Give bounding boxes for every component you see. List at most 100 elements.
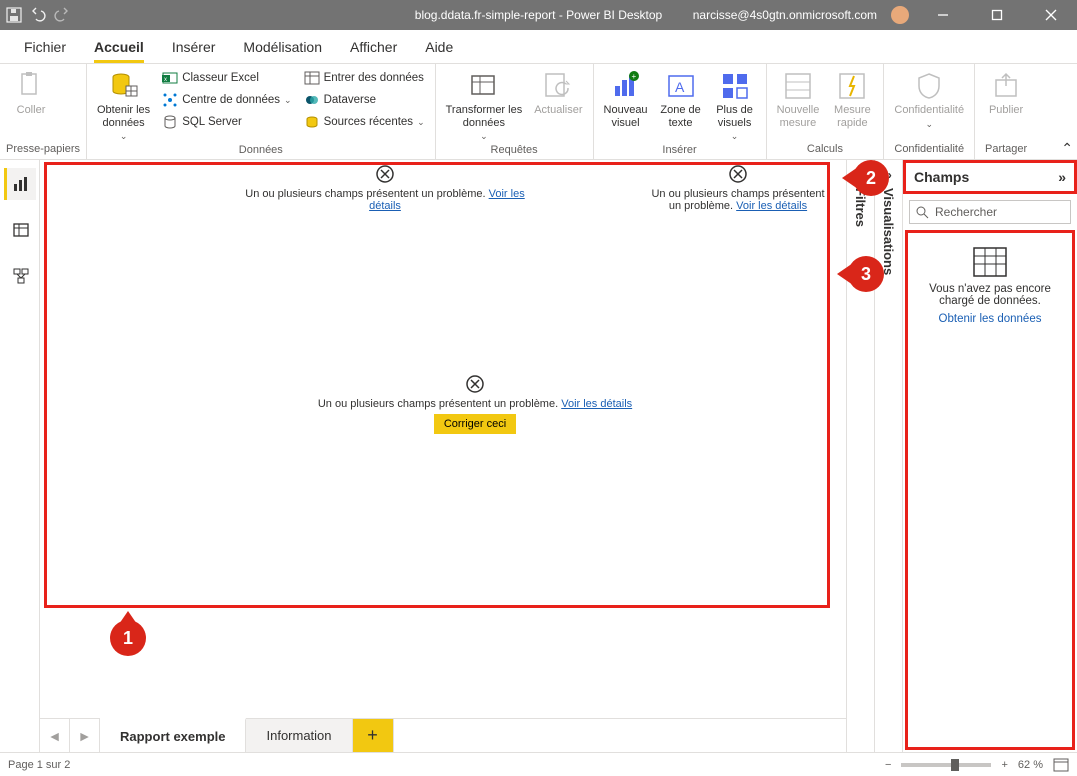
fix-button[interactable]: Corriger ceci bbox=[434, 414, 516, 434]
maximize-button[interactable] bbox=[977, 0, 1017, 30]
table-icon bbox=[304, 70, 320, 86]
svg-text:x: x bbox=[164, 77, 167, 83]
save-icon[interactable] bbox=[6, 7, 22, 23]
chevron-down-icon: ⌄ bbox=[480, 131, 488, 142]
zoom-value: 62 % bbox=[1018, 759, 1043, 771]
database-icon bbox=[108, 70, 140, 102]
close-button[interactable] bbox=[1031, 0, 1071, 30]
status-bar: Page 1 sur 2 − + 62 % bbox=[0, 752, 1077, 776]
publish-icon bbox=[990, 70, 1022, 102]
report-view-button[interactable] bbox=[4, 168, 36, 200]
dataverse-icon bbox=[304, 92, 320, 108]
new-measure-button[interactable]: Nouvelle mesure bbox=[773, 68, 824, 129]
more-visuals-button[interactable]: Plus de visuels ⌄ bbox=[710, 68, 760, 142]
annotation-marker-2: 2 bbox=[853, 160, 889, 196]
tab-prev-button[interactable]: ◄ bbox=[40, 719, 70, 752]
enter-data-button[interactable]: Entrer des données bbox=[300, 68, 429, 88]
annotation-marker-3: 3 bbox=[848, 256, 884, 292]
menu-home[interactable]: Accueil bbox=[80, 33, 158, 63]
model-view-button[interactable] bbox=[4, 260, 36, 292]
chevron-down-icon: ⌄ bbox=[925, 119, 933, 130]
text-box-button[interactable]: A Zone de texte bbox=[656, 68, 706, 129]
filters-pane-collapsed[interactable]: ▽ Filtres bbox=[846, 160, 874, 752]
data-view-button[interactable] bbox=[4, 214, 36, 246]
menu-view[interactable]: Afficher bbox=[336, 33, 411, 63]
visual-error-1: Un ou plusieurs champs présentent un pro… bbox=[240, 164, 530, 212]
menu-help[interactable]: Aide bbox=[411, 33, 467, 63]
table-icon bbox=[973, 247, 1007, 277]
visual-error-2: Un ou plusieurs champs présentent un pro… bbox=[648, 164, 828, 212]
ribbon-collapse-icon[interactable]: ⌃ bbox=[1061, 140, 1073, 157]
ribbon-group-queries: Transformer les données ⌄ Actualiser Req… bbox=[436, 64, 594, 159]
ribbon-group-share: Publier Partager bbox=[975, 64, 1037, 159]
shield-icon bbox=[913, 70, 945, 102]
chevron-down-icon: ⌄ bbox=[731, 131, 739, 142]
ribbon-label-queries: Requêtes bbox=[442, 142, 587, 158]
recent-sources-button[interactable]: Sources récentes⌄ bbox=[300, 112, 429, 132]
tab-next-button[interactable]: ► bbox=[70, 719, 100, 752]
paste-button[interactable]: Coller bbox=[6, 68, 56, 117]
refresh-button[interactable]: Actualiser bbox=[530, 68, 586, 117]
report-canvas[interactable]: Un ou plusieurs champs présentent un pro… bbox=[40, 160, 846, 718]
sensitivity-button[interactable]: Confidentialité ⌄ bbox=[890, 68, 968, 130]
ribbon-label-calc: Calculs bbox=[773, 141, 878, 157]
ribbon-label-sensitivity: Confidentialité bbox=[890, 141, 968, 157]
excel-icon: x bbox=[162, 70, 178, 86]
menu-modeling[interactable]: Modélisation bbox=[229, 33, 336, 63]
user-email[interactable]: narcisse@4s0gtn.onmicrosoft.com bbox=[693, 8, 877, 22]
data-hub-button[interactable]: Centre de données⌄ bbox=[158, 90, 295, 110]
tab-report-example[interactable]: Rapport exemple bbox=[100, 718, 246, 752]
error-icon bbox=[465, 374, 485, 394]
search-icon bbox=[916, 206, 929, 219]
zoom-slider[interactable] bbox=[901, 763, 991, 767]
menu-file[interactable]: Fichier bbox=[10, 33, 80, 63]
refresh-icon bbox=[542, 70, 574, 102]
quick-measure-button[interactable]: Mesure rapide bbox=[827, 68, 877, 129]
sql-icon bbox=[162, 114, 178, 130]
error-details-link[interactable]: Voir les détails bbox=[561, 398, 632, 410]
menu-insert[interactable]: Insérer bbox=[158, 33, 230, 63]
fields-pane-header[interactable]: Champs » bbox=[903, 160, 1077, 194]
menu-bar: Fichier Accueil Insérer Modélisation Aff… bbox=[0, 30, 1077, 64]
error-details-link[interactable]: Voir les détails bbox=[736, 200, 807, 212]
excel-button[interactable]: xClasseur Excel bbox=[158, 68, 295, 88]
error-icon bbox=[375, 164, 395, 184]
visual-error-3: Un ou plusieurs champs présentent un pro… bbox=[300, 374, 650, 434]
ribbon-group-insert: + Nouveau visuel A Zone de texte Plus de… bbox=[594, 64, 767, 159]
dataverse-button[interactable]: Dataverse bbox=[300, 90, 429, 110]
ribbon-label-data: Données bbox=[93, 142, 429, 158]
ribbon-label-insert: Insérer bbox=[600, 142, 760, 158]
ribbon-group-sensitivity: Confidentialité ⌄ Confidentialité bbox=[884, 64, 975, 159]
hub-icon bbox=[162, 92, 178, 108]
transform-icon bbox=[468, 70, 500, 102]
annotation-marker-1: 1 bbox=[110, 620, 146, 656]
avatar[interactable] bbox=[891, 6, 909, 24]
tab-information[interactable]: Information bbox=[246, 719, 352, 752]
page-indicator: Page 1 sur 2 bbox=[8, 759, 70, 771]
ribbon-label-share: Partager bbox=[981, 141, 1031, 157]
minimize-button[interactable] bbox=[923, 0, 963, 30]
sql-button[interactable]: SQL Server bbox=[158, 112, 295, 132]
textbox-icon: A bbox=[665, 70, 697, 102]
chevron-down-icon: ⌄ bbox=[120, 131, 128, 142]
fit-page-button[interactable] bbox=[1053, 758, 1069, 772]
window-title: blog.ddata.fr-simple-report - Power BI D… bbox=[415, 8, 662, 22]
ribbon-group-data: Obtenir les données ⌄ xClasseur Excel Ce… bbox=[87, 64, 436, 159]
new-visual-button[interactable]: + Nouveau visuel bbox=[600, 68, 652, 129]
fields-search[interactable]: Rechercher bbox=[909, 200, 1071, 224]
publish-button[interactable]: Publier bbox=[981, 68, 1031, 117]
zoom-out-button[interactable]: − bbox=[885, 759, 891, 771]
transform-button[interactable]: Transformer les données ⌄ bbox=[442, 68, 527, 142]
get-data-link[interactable]: Obtenir les données bbox=[939, 313, 1042, 325]
visualizations-pane-collapsed[interactable]: » Visualisations 3 bbox=[874, 160, 902, 752]
zoom-in-button[interactable]: + bbox=[1001, 759, 1007, 771]
error-icon bbox=[728, 164, 748, 184]
page-tab-bar: ◄ ► Rapport exemple Information + bbox=[40, 718, 846, 752]
get-data-button[interactable]: Obtenir les données ⌄ bbox=[93, 68, 154, 142]
ribbon: Coller Presse-papiers Obtenir les donnée… bbox=[0, 64, 1077, 160]
svg-text:A: A bbox=[675, 79, 685, 95]
tab-add-button[interactable]: + bbox=[353, 719, 394, 752]
redo-icon[interactable] bbox=[54, 7, 70, 23]
collapse-icon[interactable]: » bbox=[1058, 169, 1066, 185]
undo-icon[interactable] bbox=[30, 7, 46, 23]
